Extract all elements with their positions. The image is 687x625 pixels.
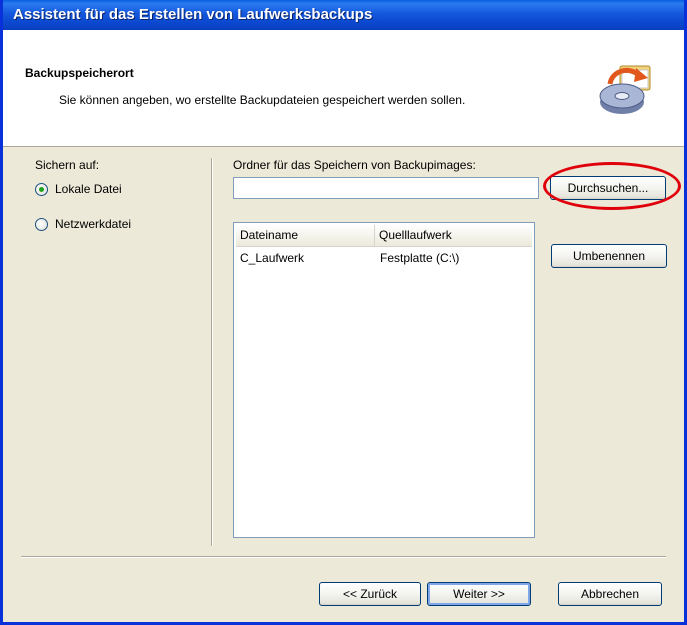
folder-label: Ordner für das Speichern von Backupimage… [233, 158, 476, 172]
wizard-window: Assistent für das Erstellen von Laufwerk… [0, 0, 687, 625]
column-header-source-drive[interactable]: Quelllaufwerk [375, 225, 535, 246]
row-source-drive[interactable]: Festplatte (C:\) [380, 251, 459, 265]
save-to-label: Sichern auf: [35, 158, 100, 172]
rename-button[interactable]: Umbenennen [551, 244, 667, 268]
local-file-label[interactable]: Lokale Datei [55, 182, 122, 196]
cancel-button[interactable]: Abbrechen [558, 582, 662, 606]
folder-path-input[interactable] [233, 177, 539, 199]
list-header: Dateiname Quelllaufwerk [236, 225, 532, 247]
wizard-header: Backupspeicherort Sie können angeben, wo… [3, 30, 684, 147]
window-title: Assistent für das Erstellen von Laufwerk… [3, 0, 684, 30]
highlight-circle [543, 162, 681, 210]
local-file-radio[interactable] [35, 183, 48, 196]
footer-divider [21, 556, 666, 557]
backup-drive-icon [599, 65, 651, 114]
next-button[interactable]: Weiter >> [427, 582, 531, 606]
backup-file-list[interactable]: Dateiname Quelllaufwerk C_Laufwerk Festp… [233, 222, 535, 538]
row-filename[interactable]: C_Laufwerk [240, 251, 304, 265]
header-subtitle: Sie können angeben, wo erstellte Backupd… [59, 93, 466, 107]
back-button[interactable]: << Zurück [319, 582, 421, 606]
column-header-filename[interactable]: Dateiname [236, 225, 375, 246]
vertical-divider [211, 158, 212, 546]
network-file-label[interactable]: Netzwerkdatei [55, 217, 131, 231]
network-file-radio[interactable] [35, 218, 48, 231]
header-title: Backupspeicherort [25, 66, 134, 80]
